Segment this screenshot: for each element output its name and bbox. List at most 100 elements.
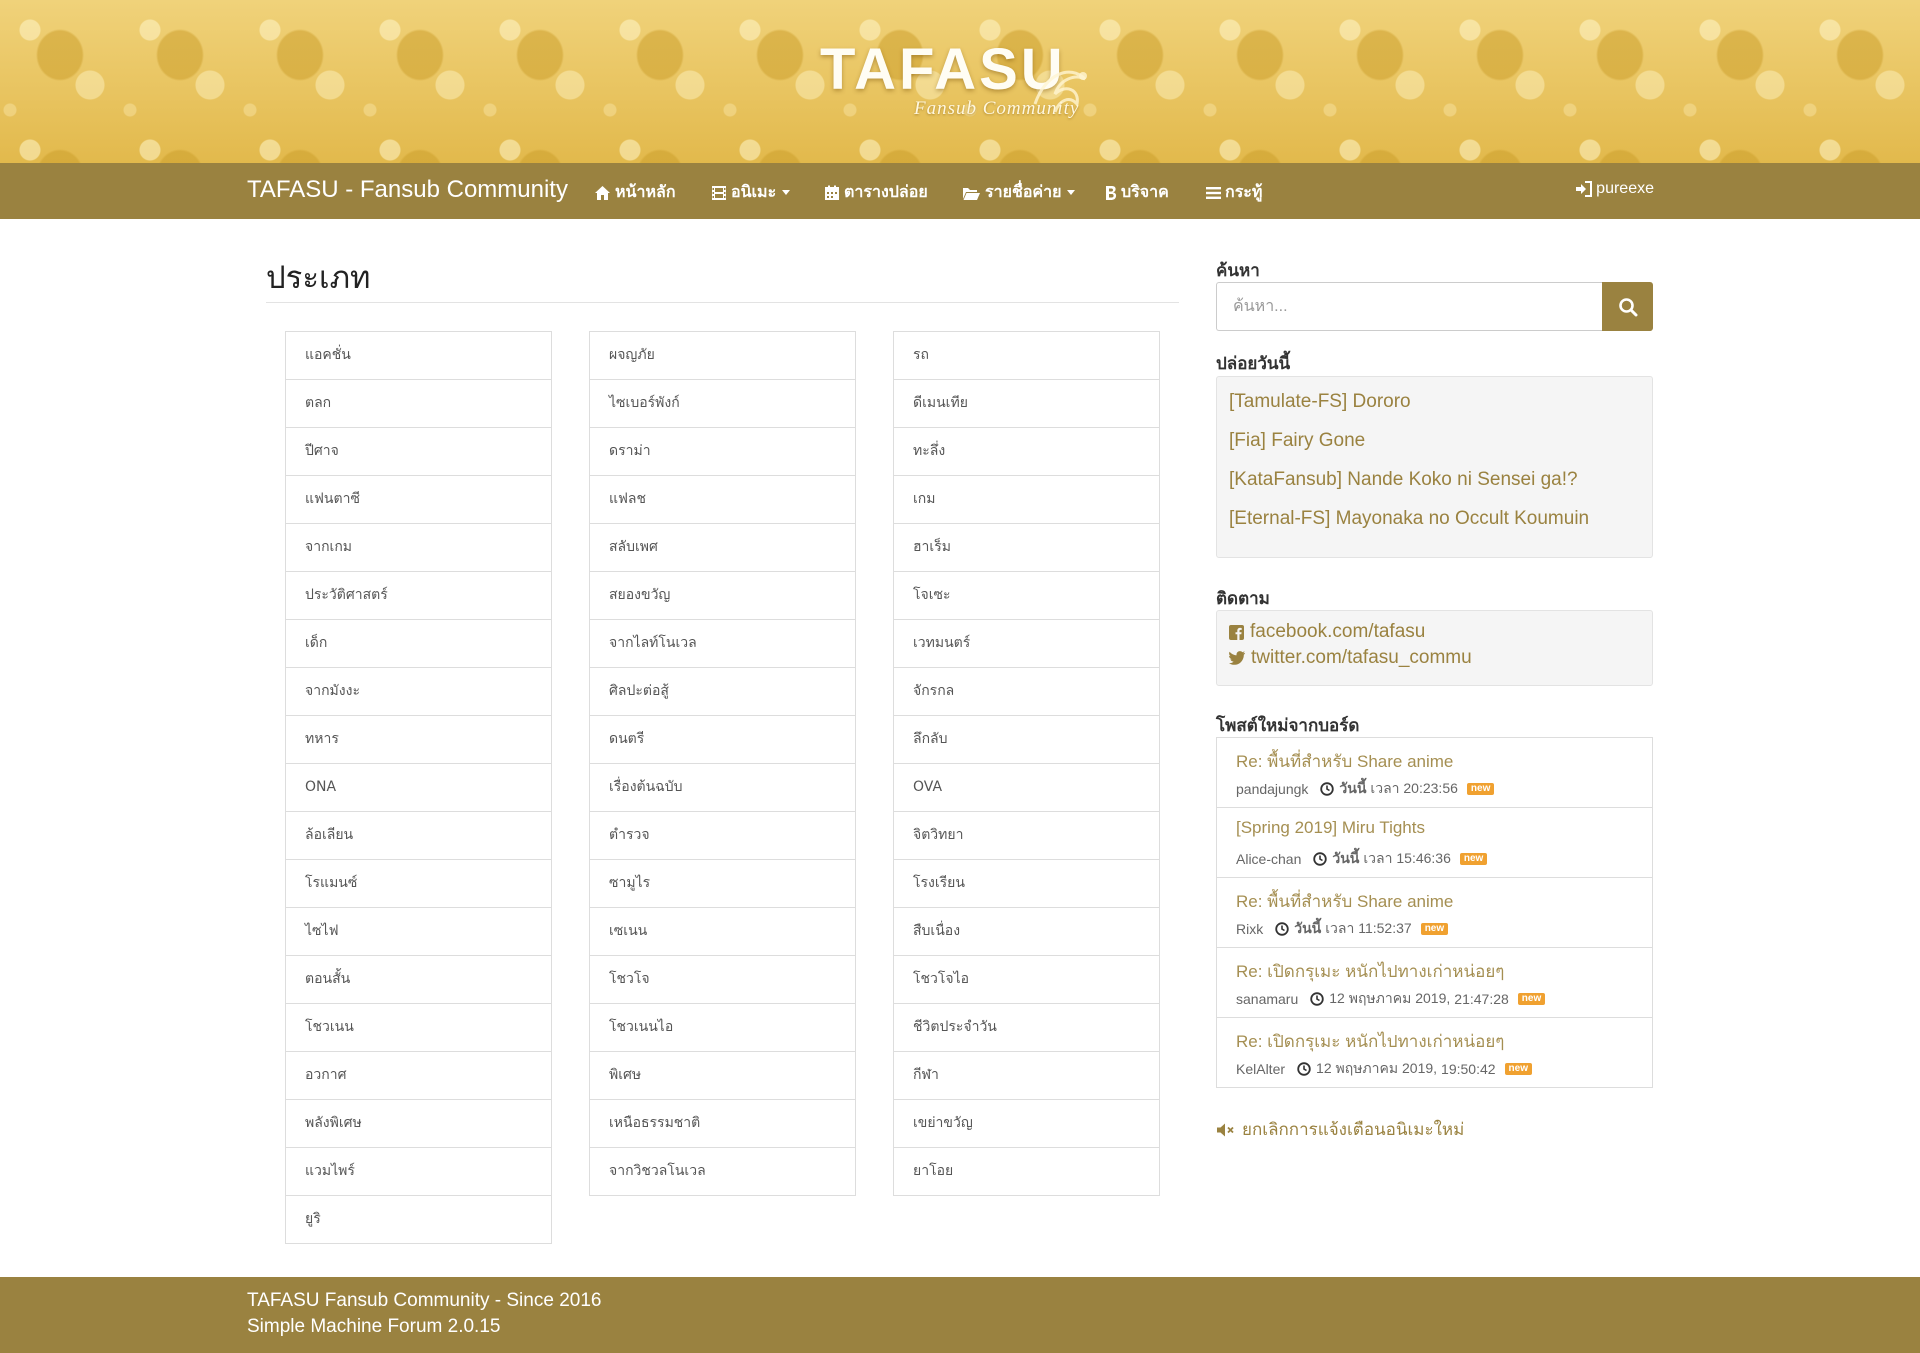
- clock-icon: [1320, 782, 1335, 796]
- list-item: [Spring 2019] Miru Tights Alice-chan วัน…: [1216, 807, 1653, 878]
- category-item[interactable]: จากไลท์โนเวล: [589, 619, 856, 668]
- category-item[interactable]: จากมังงะ: [285, 667, 552, 716]
- nav-forum[interactable]: กระทู้: [1206, 180, 1262, 205]
- category-item[interactable]: ทหาร: [285, 715, 552, 764]
- category-item[interactable]: ดีเมนเทีย: [893, 379, 1160, 428]
- category-item[interactable]: เหนือธรรมชาติ: [589, 1099, 856, 1148]
- post-title-link[interactable]: Re: พื้นที่สำหรับ Share anime: [1236, 748, 1453, 775]
- list-item: Re: เปิดกรุเมะ หนักไปทางเก่าหน่อยๆ KelAl…: [1216, 1017, 1653, 1088]
- category-item[interactable]: ลึกลับ: [893, 715, 1160, 764]
- post-title-link[interactable]: [Spring 2019] Miru Tights: [1236, 818, 1425, 838]
- category-item[interactable]: ไซเบอร์พังก์: [589, 379, 856, 428]
- calendar-icon: [825, 185, 839, 200]
- category-item[interactable]: ศิลปะต่อสู้: [589, 667, 856, 716]
- category-item[interactable]: โชวเนน: [285, 1003, 552, 1052]
- category-item[interactable]: โรงเรียน: [893, 859, 1160, 908]
- navbar-brand[interactable]: TAFASU - Fansub Community: [247, 176, 568, 204]
- category-item[interactable]: โรแมนซ์: [285, 859, 552, 908]
- post-title-link[interactable]: Re: เปิดกรุเมะ หนักไปทางเก่าหน่อยๆ: [1236, 1028, 1504, 1055]
- post-author[interactable]: KelAlter: [1236, 1061, 1285, 1077]
- category-item[interactable]: เกม: [893, 475, 1160, 524]
- footer-line-2: Simple Machine Forum 2.0.15: [247, 1316, 501, 1337]
- post-author[interactable]: sanamaru: [1236, 991, 1298, 1007]
- category-item[interactable]: สืบเนื่อง: [893, 907, 1160, 956]
- category-item[interactable]: จิตวิทยา: [893, 811, 1160, 860]
- category-item[interactable]: จักรกล: [893, 667, 1160, 716]
- nav-anime[interactable]: อนิเมะ: [711, 180, 791, 205]
- category-item[interactable]: โชวโจ: [589, 955, 856, 1004]
- post-author[interactable]: Rixk: [1236, 921, 1263, 937]
- category-item[interactable]: ล้อเลียน: [285, 811, 552, 860]
- category-item[interactable]: แฟลช: [589, 475, 856, 524]
- nav-schedule[interactable]: ตารางปล่อย: [824, 180, 928, 205]
- follow-heading: ติดตาม: [1216, 589, 1270, 609]
- category-item[interactable]: ผจญภัย: [589, 331, 856, 380]
- nav-user-login[interactable]: pureexe: [1575, 180, 1654, 198]
- post-title-link[interactable]: Re: เปิดกรุเมะ หนักไปทางเก่าหน่อยๆ: [1236, 958, 1504, 985]
- category-item[interactable]: แฟนตาซี: [285, 475, 552, 524]
- release-link[interactable]: [Fia] Fairy Gone: [1229, 430, 1365, 452]
- nav-groups-label: รายชื่อค่าย: [985, 184, 1062, 201]
- category-item[interactable]: ยาโอย: [893, 1147, 1160, 1196]
- post-author[interactable]: Alice-chan: [1236, 851, 1301, 867]
- category-item[interactable]: ฮาเร็ม: [893, 523, 1160, 572]
- category-item[interactable]: จากวิชวลโนเวล: [589, 1147, 856, 1196]
- category-item[interactable]: ปีศาจ: [285, 427, 552, 476]
- category-item[interactable]: จากเกม: [285, 523, 552, 572]
- release-link[interactable]: [Eternal-FS] Mayonaka no Occult Koumuin: [1229, 508, 1589, 530]
- chevron-down-icon: [782, 190, 791, 195]
- search-icon: [1618, 297, 1637, 316]
- category-item[interactable]: กีฬา: [893, 1051, 1160, 1100]
- category-item[interactable]: ตอนสั้น: [285, 955, 552, 1004]
- category-item[interactable]: เวทมนตร์: [893, 619, 1160, 668]
- category-item[interactable]: ซามูไร: [589, 859, 856, 908]
- header-banner: TAFASU Fansub Community: [0, 0, 1920, 163]
- category-item[interactable]: OVA: [893, 763, 1160, 812]
- category-item[interactable]: ประวัติศาสตร์: [285, 571, 552, 620]
- category-item[interactable]: พิเศษ: [589, 1051, 856, 1100]
- post-author[interactable]: pandajungk: [1236, 781, 1308, 797]
- search-input[interactable]: ค้นหา...: [1216, 282, 1602, 331]
- category-item[interactable]: อวกาศ: [285, 1051, 552, 1100]
- category-item[interactable]: แวมไพร์: [285, 1147, 552, 1196]
- site-logo[interactable]: TAFASU Fansub Community: [820, 36, 1110, 126]
- category-item[interactable]: ตำรวจ: [589, 811, 856, 860]
- category-item[interactable]: แอคชั่น: [285, 331, 552, 380]
- category-item[interactable]: สยองขวัญ: [589, 571, 856, 620]
- new-badge: new: [1466, 783, 1495, 795]
- category-item[interactable]: เซเนน: [589, 907, 856, 956]
- nav-donate[interactable]: บริจาค: [1104, 180, 1169, 205]
- category-item[interactable]: ทะลึ่ง: [893, 427, 1160, 476]
- category-item[interactable]: เขย่าขวัญ: [893, 1099, 1160, 1148]
- category-item[interactable]: รถ: [893, 331, 1160, 380]
- nav-groups[interactable]: รายชื่อค่าย: [962, 180, 1076, 205]
- mute-notification-link[interactable]: ยกเลิกการแจ้งเตือนอนิเมะใหม่: [1216, 1116, 1464, 1143]
- nav-home[interactable]: หน้าหลัก: [594, 180, 676, 205]
- search-button[interactable]: [1602, 282, 1653, 331]
- category-item[interactable]: ตลก: [285, 379, 552, 428]
- category-item[interactable]: สลับเพศ: [589, 523, 856, 572]
- category-item[interactable]: ไซไฟ: [285, 907, 552, 956]
- post-day: วันนี้: [1332, 850, 1360, 866]
- category-item[interactable]: ชีวิตประจำวัน: [893, 1003, 1160, 1052]
- facebook-link[interactable]: facebook.com/tafasu: [1229, 621, 1425, 643]
- folder-open-icon: [963, 187, 980, 200]
- category-item[interactable]: เด็ก: [285, 619, 552, 668]
- category-item[interactable]: ดราม่า: [589, 427, 856, 476]
- category-item[interactable]: โชวเนนไอ: [589, 1003, 856, 1052]
- post-title-link[interactable]: Re: พื้นที่สำหรับ Share anime: [1236, 888, 1453, 915]
- category-item[interactable]: เรื่องต้นฉบับ: [589, 763, 856, 812]
- category-item[interactable]: โจเซะ: [893, 571, 1160, 620]
- category-item[interactable]: ONA: [285, 763, 552, 812]
- clock-icon: [1313, 852, 1328, 866]
- release-link[interactable]: [KataFansub] Nande Koko ni Sensei ga!?: [1229, 469, 1578, 491]
- follow-panel: facebook.com/tafasu twitter.com/tafasu_c…: [1216, 610, 1653, 686]
- category-item[interactable]: โชวโจไอ: [893, 955, 1160, 1004]
- category-item[interactable]: ยูริ: [285, 1195, 552, 1244]
- nav-username: pureexe: [1596, 180, 1654, 197]
- category-item[interactable]: พลังพิเศษ: [285, 1099, 552, 1148]
- post-meta: pandajungk วันนี้ เวลา 20:23:56 new: [1236, 778, 1495, 800]
- release-link[interactable]: [Tamulate-FS] Dororo: [1229, 391, 1411, 413]
- category-item[interactable]: ดนตรี: [589, 715, 856, 764]
- twitter-link[interactable]: twitter.com/tafasu_commu: [1229, 647, 1472, 669]
